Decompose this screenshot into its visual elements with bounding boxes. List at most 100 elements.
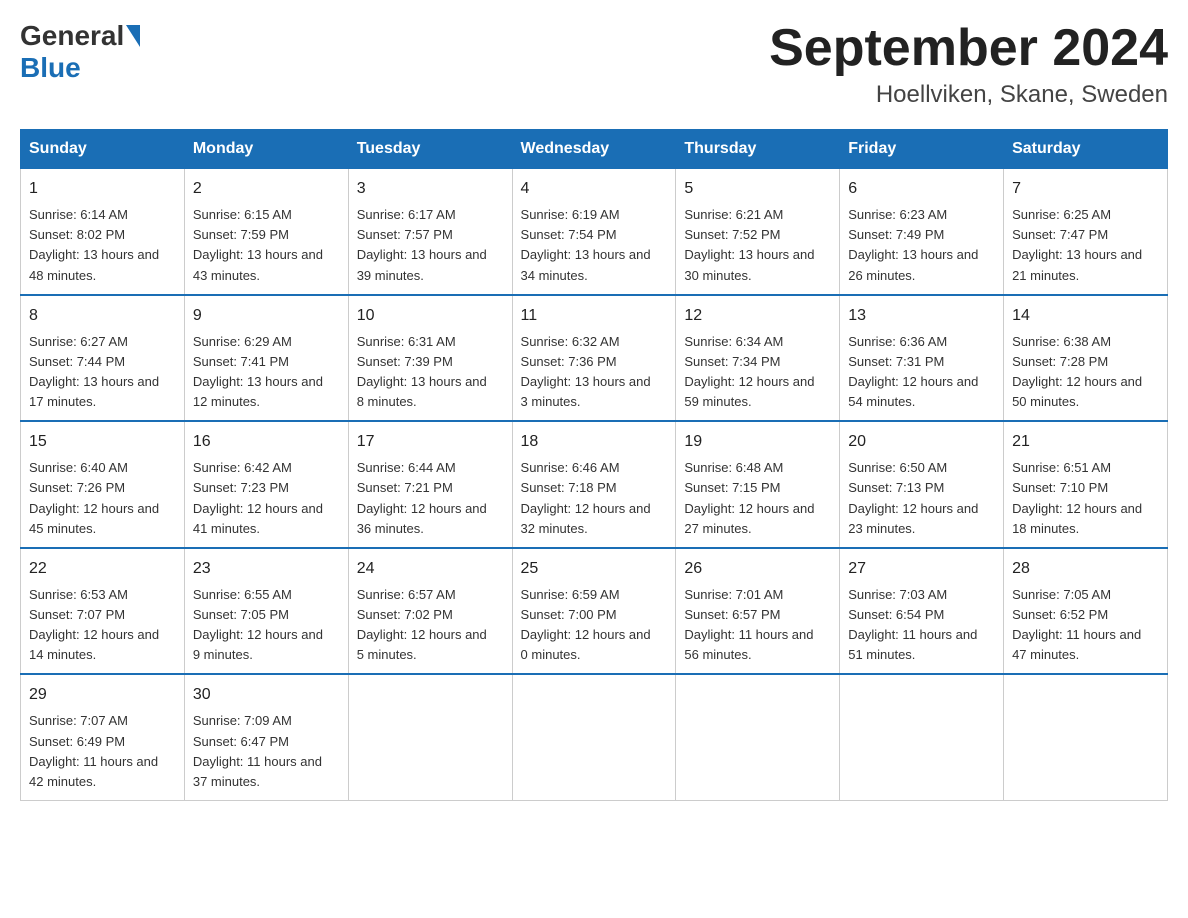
calendar-cell: 14Sunrise: 6:38 AMSunset: 7:28 PMDayligh… bbox=[1004, 295, 1168, 422]
logo-triangle-icon bbox=[126, 25, 140, 47]
day-number: 7 bbox=[1012, 177, 1159, 201]
day-info: Sunrise: 6:14 AMSunset: 8:02 PMDaylight:… bbox=[29, 205, 176, 286]
day-info: Sunrise: 6:31 AMSunset: 7:39 PMDaylight:… bbox=[357, 332, 504, 413]
day-info: Sunrise: 6:55 AMSunset: 7:05 PMDaylight:… bbox=[193, 585, 340, 666]
logo-general-text: General bbox=[20, 20, 124, 52]
day-number: 26 bbox=[684, 557, 831, 581]
day-info: Sunrise: 6:29 AMSunset: 7:41 PMDaylight:… bbox=[193, 332, 340, 413]
day-number: 21 bbox=[1012, 430, 1159, 454]
day-number: 29 bbox=[29, 683, 176, 707]
page-header: General Blue September 2024 Hoellviken, … bbox=[20, 20, 1168, 109]
day-number: 6 bbox=[848, 177, 995, 201]
day-of-week-header: Sunday bbox=[21, 130, 185, 169]
day-number: 12 bbox=[684, 304, 831, 328]
calendar-cell: 22 Sunrise: 6:53 AMSunset: 7:07 PMDayligh… bbox=[21, 548, 185, 675]
day-info: Sunrise: 6:38 AMSunset: 7:28 PMDaylight:… bbox=[1012, 332, 1159, 413]
day-info: Sunrise: 6:27 AMSunset: 7:44 PMDaylight:… bbox=[29, 332, 176, 413]
calendar-week-row: 29 Sunrise: 7:07 AMSunset: 6:49 PMDayligh… bbox=[21, 674, 1168, 800]
day-info: Sunrise: 6:59 AMSunset: 7:00 PMDaylight:… bbox=[521, 585, 668, 666]
day-number: 28 bbox=[1012, 557, 1159, 581]
day-info: Sunrise: 6:46 AMSunset: 7:18 PMDaylight:… bbox=[521, 458, 668, 539]
day-of-week-header: Wednesday bbox=[512, 130, 676, 169]
calendar-cell: 19 Sunrise: 6:48 AMSunset: 7:15 PMDayligh… bbox=[676, 421, 840, 548]
calendar-cell: 5Sunrise: 6:21 AMSunset: 7:52 PMDaylight… bbox=[676, 169, 840, 295]
day-info: Sunrise: 6:48 AMSunset: 7:15 PMDaylight:… bbox=[684, 458, 831, 539]
day-number: 17 bbox=[357, 430, 504, 454]
calendar-cell: 28 Sunrise: 7:05 AMSunset: 6:52 PMDayligh… bbox=[1004, 548, 1168, 675]
calendar-cell bbox=[348, 674, 512, 800]
day-info: Sunrise: 6:23 AMSunset: 7:49 PMDaylight:… bbox=[848, 205, 995, 286]
day-number: 25 bbox=[521, 557, 668, 581]
calendar-cell: 18 Sunrise: 6:46 AMSunset: 7:18 PMDayligh… bbox=[512, 421, 676, 548]
calendar-cell: 16 Sunrise: 6:42 AMSunset: 7:23 PMDayligh… bbox=[184, 421, 348, 548]
calendar-cell: 10Sunrise: 6:31 AMSunset: 7:39 PMDayligh… bbox=[348, 295, 512, 422]
day-info: Sunrise: 6:36 AMSunset: 7:31 PMDaylight:… bbox=[848, 332, 995, 413]
calendar-cell: 20 Sunrise: 6:50 AMSunset: 7:13 PMDayligh… bbox=[840, 421, 1004, 548]
day-number: 15 bbox=[29, 430, 176, 454]
location-title: Hoellviken, Skane, Sweden bbox=[769, 81, 1168, 109]
calendar-cell: 4 Sunrise: 6:19 AMSunset: 7:54 PMDaylight… bbox=[512, 169, 676, 295]
calendar-header-row: SundayMondayTuesdayWednesdayThursdayFrid… bbox=[21, 130, 1168, 169]
month-title: September 2024 bbox=[769, 20, 1168, 77]
calendar-cell: 29 Sunrise: 7:07 AMSunset: 6:49 PMDayligh… bbox=[21, 674, 185, 800]
day-info: Sunrise: 6:17 AMSunset: 7:57 PMDaylight:… bbox=[357, 205, 504, 286]
day-number: 22 bbox=[29, 557, 176, 581]
day-number: 18 bbox=[521, 430, 668, 454]
day-info: Sunrise: 7:03 AMSunset: 6:54 PMDaylight:… bbox=[848, 585, 995, 666]
calendar-cell: 6 Sunrise: 6:23 AMSunset: 7:49 PMDaylight… bbox=[840, 169, 1004, 295]
day-number: 30 bbox=[193, 683, 340, 707]
title-section: September 2024 Hoellviken, Skane, Sweden bbox=[769, 20, 1168, 109]
calendar-cell: 15Sunrise: 6:40 AMSunset: 7:26 PMDayligh… bbox=[21, 421, 185, 548]
day-info: Sunrise: 6:44 AMSunset: 7:21 PMDaylight:… bbox=[357, 458, 504, 539]
day-number: 27 bbox=[848, 557, 995, 581]
calendar-cell: 26Sunrise: 7:01 AMSunset: 6:57 PMDayligh… bbox=[676, 548, 840, 675]
day-info: Sunrise: 6:34 AMSunset: 7:34 PMDaylight:… bbox=[684, 332, 831, 413]
day-number: 4 bbox=[521, 177, 668, 201]
day-info: Sunrise: 6:57 AMSunset: 7:02 PMDaylight:… bbox=[357, 585, 504, 666]
day-of-week-header: Saturday bbox=[1004, 130, 1168, 169]
calendar-table: SundayMondayTuesdayWednesdayThursdayFrid… bbox=[20, 129, 1168, 801]
calendar-cell: 7Sunrise: 6:25 AMSunset: 7:47 PMDaylight… bbox=[1004, 169, 1168, 295]
day-info: Sunrise: 6:32 AMSunset: 7:36 PMDaylight:… bbox=[521, 332, 668, 413]
day-info: Sunrise: 6:42 AMSunset: 7:23 PMDaylight:… bbox=[193, 458, 340, 539]
day-info: Sunrise: 7:07 AMSunset: 6:49 PMDaylight:… bbox=[29, 711, 176, 792]
logo: General Blue bbox=[20, 20, 142, 84]
calendar-cell: 11Sunrise: 6:32 AMSunset: 7:36 PMDayligh… bbox=[512, 295, 676, 422]
day-info: Sunrise: 6:51 AMSunset: 7:10 PMDaylight:… bbox=[1012, 458, 1159, 539]
day-info: Sunrise: 7:05 AMSunset: 6:52 PMDaylight:… bbox=[1012, 585, 1159, 666]
calendar-cell bbox=[1004, 674, 1168, 800]
calendar-cell: 27 Sunrise: 7:03 AMSunset: 6:54 PMDayligh… bbox=[840, 548, 1004, 675]
calendar-cell: 24 Sunrise: 6:57 AMSunset: 7:02 PMDayligh… bbox=[348, 548, 512, 675]
day-number: 20 bbox=[848, 430, 995, 454]
day-of-week-header: Thursday bbox=[676, 130, 840, 169]
calendar-cell: 13 Sunrise: 6:36 AMSunset: 7:31 PMDayligh… bbox=[840, 295, 1004, 422]
day-info: Sunrise: 6:15 AMSunset: 7:59 PMDaylight:… bbox=[193, 205, 340, 286]
day-number: 8 bbox=[29, 304, 176, 328]
day-number: 1 bbox=[29, 177, 176, 201]
day-number: 16 bbox=[193, 430, 340, 454]
day-info: Sunrise: 7:09 AMSunset: 6:47 PMDaylight:… bbox=[193, 711, 340, 792]
day-number: 19 bbox=[684, 430, 831, 454]
calendar-cell: 30 Sunrise: 7:09 AMSunset: 6:47 PMDayligh… bbox=[184, 674, 348, 800]
calendar-week-row: 1 Sunrise: 6:14 AMSunset: 8:02 PMDaylight… bbox=[21, 169, 1168, 295]
day-of-week-header: Friday bbox=[840, 130, 1004, 169]
day-info: Sunrise: 6:53 AMSunset: 7:07 PMDaylight:… bbox=[29, 585, 176, 666]
day-number: 9 bbox=[193, 304, 340, 328]
day-number: 23 bbox=[193, 557, 340, 581]
calendar-cell: 21 Sunrise: 6:51 AMSunset: 7:10 PMDayligh… bbox=[1004, 421, 1168, 548]
calendar-cell: 2Sunrise: 6:15 AMSunset: 7:59 PMDaylight… bbox=[184, 169, 348, 295]
calendar-cell: 12 Sunrise: 6:34 AMSunset: 7:34 PMDayligh… bbox=[676, 295, 840, 422]
day-number: 24 bbox=[357, 557, 504, 581]
day-of-week-header: Tuesday bbox=[348, 130, 512, 169]
calendar-cell bbox=[676, 674, 840, 800]
day-info: Sunrise: 6:50 AMSunset: 7:13 PMDaylight:… bbox=[848, 458, 995, 539]
calendar-cell: 17 Sunrise: 6:44 AMSunset: 7:21 PMDayligh… bbox=[348, 421, 512, 548]
day-info: Sunrise: 6:19 AMSunset: 7:54 PMDaylight:… bbox=[521, 205, 668, 286]
calendar-cell: 25 Sunrise: 6:59 AMSunset: 7:00 PMDayligh… bbox=[512, 548, 676, 675]
day-number: 13 bbox=[848, 304, 995, 328]
day-number: 5 bbox=[684, 177, 831, 201]
day-number: 3 bbox=[357, 177, 504, 201]
calendar-cell: 1 Sunrise: 6:14 AMSunset: 8:02 PMDaylight… bbox=[21, 169, 185, 295]
day-of-week-header: Monday bbox=[184, 130, 348, 169]
calendar-cell: 8 Sunrise: 6:27 AMSunset: 7:44 PMDaylight… bbox=[21, 295, 185, 422]
